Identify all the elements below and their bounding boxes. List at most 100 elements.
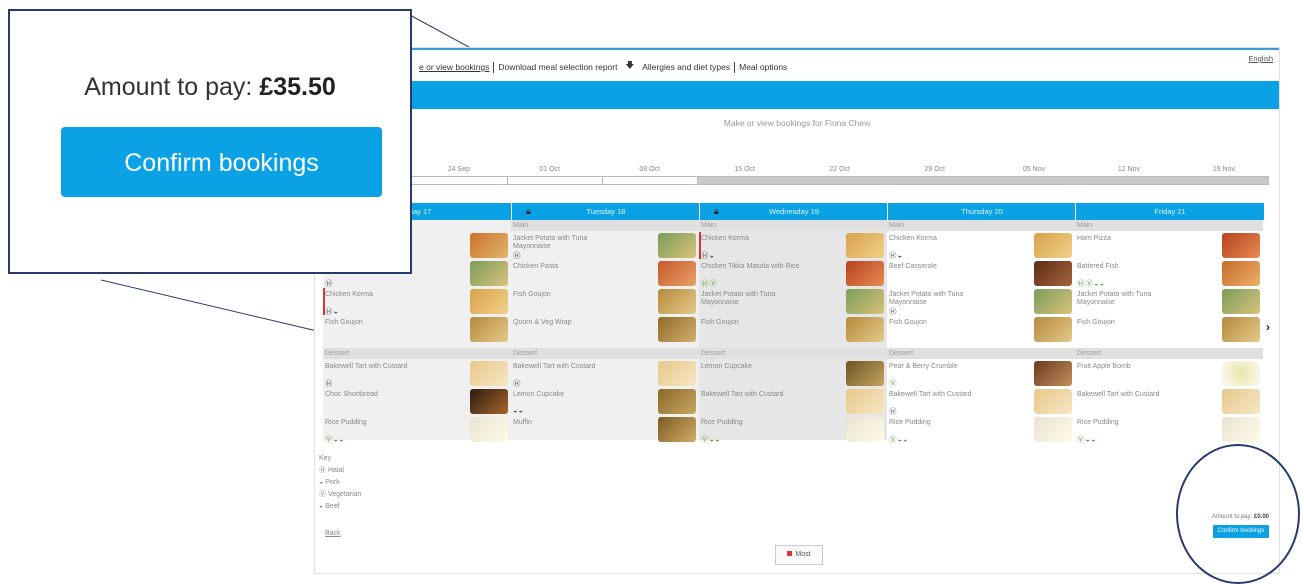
- meal-photo: [1034, 389, 1072, 414]
- meal-option[interactable]: Jacket Potato with Tuna Mayonnaise: [699, 288, 887, 315]
- meal-option[interactable]: Jacket Potato with Tuna Mayonnaise: [1075, 288, 1263, 315]
- meal-option[interactable]: Fish Goujon: [323, 316, 511, 343]
- meal-option[interactable]: Chicken Korma Ⓗ◒: [887, 232, 1075, 260]
- meal-option[interactable]: Bakewell Tart with Custard Ⓗ: [887, 388, 1075, 416]
- meal-photo: [470, 289, 508, 314]
- meal-option[interactable]: Fish Goujon: [887, 316, 1075, 343]
- meal-name: Jacket Potato with Tuna Mayonnaise: [1077, 291, 1152, 306]
- day-header: 🔒︎ Tuesday 18: [511, 203, 700, 220]
- week-label[interactable]: 15 Oct: [660, 166, 755, 173]
- meal-option[interactable]: Fish Goujon: [511, 288, 699, 315]
- week-bar[interactable]: [697, 176, 1269, 185]
- meal-photo: [1034, 417, 1072, 442]
- day-label: Tuesday 18: [586, 207, 626, 216]
- week-bar[interactable]: [507, 176, 604, 185]
- meal-option[interactable]: Battered Fish ⒽⓋ◒◒: [1075, 260, 1263, 288]
- meal-option[interactable]: Quorn & Veg Wrap: [511, 316, 699, 343]
- meal-option[interactable]: Fish Goujon: [699, 316, 887, 343]
- top-border: [315, 48, 1279, 50]
- meal-photo: [846, 261, 884, 286]
- meal-option[interactable]: Chicken Korma Ⓗ◒: [699, 232, 887, 260]
- meal-photo: [658, 389, 696, 414]
- meal-photo: [1222, 389, 1260, 414]
- download-arrow-icon[interactable]: 🡇: [621, 60, 638, 74]
- meal-option[interactable]: Jacket Potato with Tuna Mayonnaise Ⓗ: [511, 232, 699, 260]
- zoom-confirm-bookings-button[interactable]: Confirm bookings: [61, 127, 382, 197]
- key-item: ◒ Beef: [319, 501, 361, 513]
- meal-name: Battered Fish: [1077, 263, 1119, 270]
- meal-option[interactable]: Jacket Potato with Tuna Mayonnaise Ⓗ: [887, 288, 1075, 316]
- back-link[interactable]: Back: [325, 530, 341, 537]
- meal-name: Rice Pudding: [701, 419, 743, 426]
- week-label[interactable]: 12 Nov: [1045, 166, 1140, 173]
- week-bar[interactable]: [409, 176, 509, 185]
- week-label[interactable]: 19 Nov: [1140, 166, 1235, 173]
- diet-icons: ◒◒: [513, 406, 525, 415]
- meal-option[interactable]: Ham Pizza: [1075, 232, 1263, 259]
- meal-option[interactable]: Fish Goujon: [1075, 316, 1263, 343]
- meal-option[interactable]: Beef Casserole: [887, 260, 1075, 287]
- week-label[interactable]: 05 Nov: [950, 166, 1045, 173]
- meal-name: Fish Goujon: [889, 319, 927, 326]
- nav-allergies[interactable]: Allergies and diet types: [638, 62, 734, 72]
- week-label[interactable]: 22 Oct: [755, 166, 850, 173]
- nav-meal-options[interactable]: Meal options: [735, 62, 791, 72]
- meal-option[interactable]: Chicken Tikka Masala with Rice ⒽⓋ: [699, 260, 887, 288]
- page-subtitle: Make or view bookings for Fiona Chew: [723, 118, 871, 128]
- meal-option[interactable]: Bakewell Tart with Custard: [699, 388, 887, 415]
- day-header: Friday 21: [1075, 203, 1264, 220]
- meal-name: Lemon Cupcake: [701, 363, 752, 370]
- meal-option[interactable]: Fruit Apple Bomb: [1075, 360, 1263, 387]
- beef-icon: ◒: [319, 503, 324, 510]
- meal-option[interactable]: Lemon Cupcake ◒◒: [511, 388, 699, 415]
- meal-option[interactable]: Chicken Pasta: [511, 260, 699, 287]
- meal-photo: [658, 417, 696, 442]
- meal-photo: [1222, 361, 1260, 386]
- meal-option[interactable]: Bakewell Tart with Custard: [1075, 388, 1263, 415]
- nav-make-view-bookings[interactable]: e or view bookings: [415, 62, 493, 72]
- meal-option[interactable]: Lemon Cupcake: [699, 360, 887, 387]
- day-column: Main Chicken Korma Ⓗ◒ Chicken Tikka Masal…: [699, 220, 887, 444]
- meal-photo: [470, 233, 508, 258]
- meal-option[interactable]: Muffin: [511, 416, 699, 443]
- next-week-arrow-icon[interactable]: ›: [1266, 320, 1270, 334]
- meal-name: Bakewell Tart with Custard: [513, 363, 596, 370]
- most-button[interactable]: Most: [775, 545, 823, 565]
- meal-photo: [846, 361, 884, 386]
- language-selector[interactable]: English: [1248, 54, 1273, 63]
- meal-option[interactable]: Pear & Berry Crumble Ⓥ: [887, 360, 1075, 388]
- meal-name: Chicken Pasta: [513, 263, 559, 270]
- week-label[interactable]: 08 Oct: [565, 166, 660, 173]
- section-dessert: Dessert: [1075, 348, 1263, 359]
- day-header: Thursday 20: [887, 203, 1076, 220]
- meal-option[interactable]: Choc Shortbread: [323, 388, 511, 415]
- meal-name: Fish Goujon: [1077, 319, 1115, 326]
- meal-option[interactable]: Bakewell Tart with Custard Ⓗ: [323, 360, 511, 388]
- meal-photo: [846, 417, 884, 442]
- meal-option[interactable]: Rice Pudding Ⓥ◒◒: [1075, 416, 1263, 444]
- meal-photo: [1222, 417, 1260, 442]
- meal-name: Rice Pudding: [325, 419, 367, 426]
- diet-icons: Ⓥ◒◒: [325, 435, 345, 444]
- meal-photo: [1034, 317, 1072, 342]
- meal-name: Choc Shortbread: [325, 391, 378, 398]
- meal-photo: [658, 361, 696, 386]
- meal-option[interactable]: Bakewell Tart with Custard Ⓗ: [511, 360, 699, 388]
- key-item: Ⓗ Halal: [319, 465, 361, 477]
- meal-name: Fruit Apple Bomb: [1077, 363, 1131, 370]
- booking-screen: e or view bookings Download meal selecti…: [314, 47, 1280, 574]
- meal-option[interactable]: Rice Pudding Ⓥ◒◒: [887, 416, 1075, 444]
- meal-name: Bakewell Tart with Custard: [1077, 391, 1160, 398]
- week-label[interactable]: 29 Oct: [850, 166, 945, 173]
- meal-option[interactable]: Rice Pudding Ⓥ◒◒: [323, 416, 511, 444]
- week-label[interactable]: 01 Oct: [465, 166, 560, 173]
- meal-option[interactable]: Rice Pudding Ⓥ◒◒: [699, 416, 887, 444]
- zoom-callout: Amount to pay: £35.50 Confirm bookings: [8, 9, 412, 274]
- meal-photo: [470, 261, 508, 286]
- meal-option[interactable]: Chicken Korma Ⓗ◒: [323, 288, 511, 316]
- meal-name: Bakewell Tart with Custard: [325, 363, 408, 370]
- nav-download-report[interactable]: Download meal selection report: [494, 62, 621, 72]
- meal-name: Chicken Korma: [325, 291, 373, 298]
- week-bar[interactable]: [602, 176, 699, 185]
- pork-icon: ◒: [319, 479, 324, 486]
